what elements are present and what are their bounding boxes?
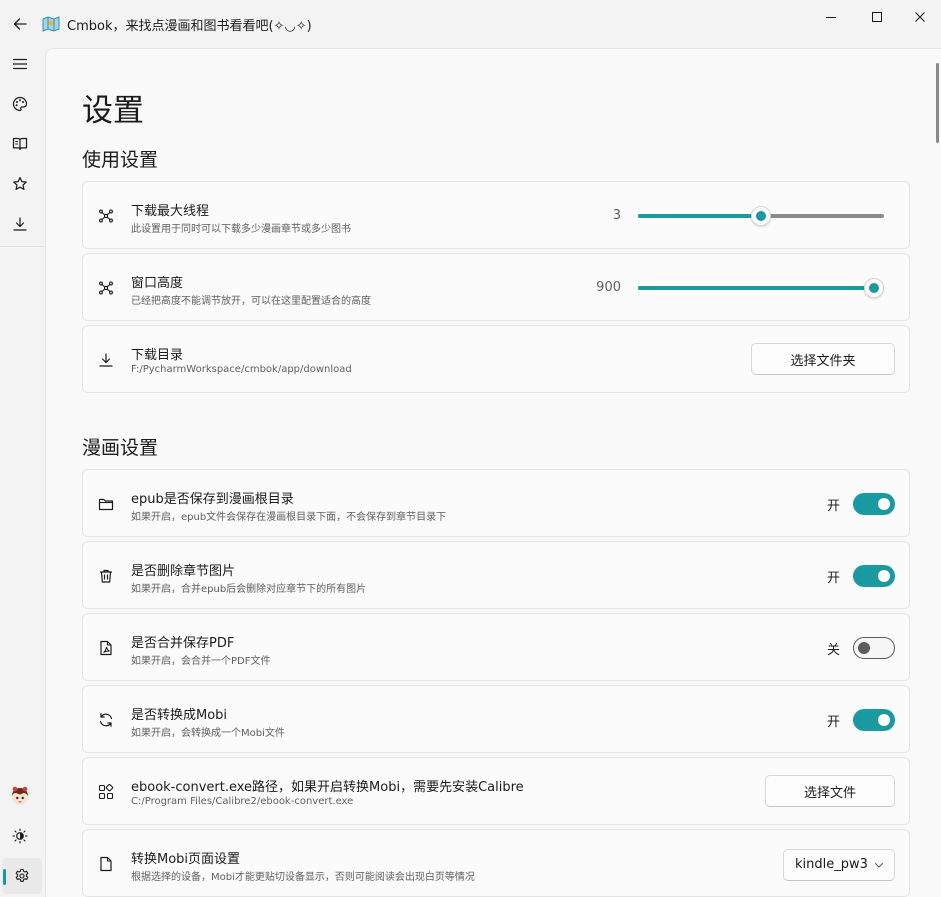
trash-icon xyxy=(96,566,116,586)
nav-selected-indicator xyxy=(3,869,6,885)
book-icon xyxy=(12,137,28,151)
chevron-down-icon xyxy=(874,860,884,870)
window-title: Cmbok，来找点漫画和图书看看吧(✧◡✧) xyxy=(67,19,312,34)
maximize-icon xyxy=(872,12,882,22)
setting-card-max-threads: 下载最大线程 此设置用于同时可以下载多少漫画章节或多少图书 3 xyxy=(82,181,910,249)
avatar[interactable] xyxy=(0,778,40,814)
download-icon xyxy=(13,217,27,231)
setting-title: 是否合并保存PDF xyxy=(131,636,235,651)
minimize-button[interactable] xyxy=(808,0,854,34)
nav-item-theme-palette[interactable] xyxy=(0,86,40,122)
folder-icon xyxy=(96,494,116,514)
setting-description: 如果开启，会合并一个PDF文件 xyxy=(131,656,271,667)
window-height-slider[interactable] xyxy=(638,278,886,298)
network-icon xyxy=(96,278,116,298)
setting-card-delete-images: 是否删除章节图片 如果开启，合并epub后会删除对应章节下的所有图片 开 xyxy=(82,541,910,609)
slider-fill xyxy=(638,286,874,290)
star-icon xyxy=(13,177,27,190)
setting-title: 是否删除章节图片 xyxy=(131,564,236,579)
slider-thumb[interactable] xyxy=(864,278,884,298)
toggle-state-label: 开 xyxy=(827,715,841,730)
choose-folder-button[interactable]: 选择文件夹 xyxy=(751,343,895,375)
setting-title: 下载最大线程 xyxy=(131,204,210,219)
setting-title: 下载目录 xyxy=(131,348,184,363)
nav-item-downloads[interactable] xyxy=(0,206,40,242)
setting-card-epub-root: epub是否保存到漫画根目录 如果开启，epub文件会保存在漫画根目录下面，不会… xyxy=(82,469,910,537)
setting-card-download-dir: 下载目录 F:/PycharmWorkspace/cmbok/app/downl… xyxy=(82,325,910,393)
sync-icon xyxy=(96,710,116,730)
document-icon xyxy=(96,854,116,874)
setting-title: epub是否保存到漫画根目录 xyxy=(131,492,294,507)
close-button[interactable] xyxy=(897,0,941,34)
device-select-value: kindle_pw3 xyxy=(795,857,868,872)
setting-title: 转换Mobi页面设置 xyxy=(131,852,241,867)
settings-icon xyxy=(15,868,29,882)
setting-description: 此设置用于同时可以下载多少漫画章节或多少图书 xyxy=(131,224,351,235)
setting-description: 如果开启，epub文件会保存在漫画根目录下面，不会保存到章节目录下 xyxy=(131,512,447,523)
setting-card-merge-pdf: 是否合并保存PDF 如果开启，会合并一个PDF文件 关 xyxy=(82,613,910,681)
epub-root-toggle[interactable] xyxy=(853,493,895,515)
sidebar xyxy=(0,48,44,897)
merge-pdf-toggle[interactable] xyxy=(853,637,895,659)
page-title: 设置 xyxy=(82,93,144,129)
setting-description: F:/PycharmWorkspace/cmbok/app/download xyxy=(131,364,352,375)
close-icon xyxy=(915,12,925,22)
pdf-icon xyxy=(96,638,116,658)
slider-fill xyxy=(638,214,761,218)
back-button[interactable] xyxy=(6,10,34,38)
toggle-state-label: 开 xyxy=(827,571,841,586)
nav-item-books[interactable] xyxy=(0,126,40,162)
section-title-usage: 使用设置 xyxy=(82,149,159,171)
app-logo xyxy=(41,14,61,34)
setting-card-ebook-convert-path: ebook-convert.exe路径，如果开启转换Mobi，需要先安装Cali… xyxy=(82,757,910,825)
setting-title: 是否转换成Mobi xyxy=(131,708,228,723)
setting-description: 如果开启，会转换成一个Mobi文件 xyxy=(131,728,285,739)
network-icon xyxy=(96,206,116,226)
maximize-button[interactable] xyxy=(854,0,900,34)
palette-icon xyxy=(12,96,28,112)
delete-images-toggle[interactable] xyxy=(853,565,895,587)
minimize-icon xyxy=(826,17,836,18)
device-select[interactable]: kindle_pw3 xyxy=(783,849,895,881)
slider-value: 3 xyxy=(612,208,621,223)
scrollbar[interactable] xyxy=(936,63,939,143)
brightness-icon xyxy=(12,828,28,844)
theme-toggle-button[interactable] xyxy=(0,818,40,854)
setting-card-convert-mobi: 是否转换成Mobi 如果开启，会转换成一个Mobi文件 开 xyxy=(82,685,910,753)
nav-item-settings[interactable] xyxy=(2,858,42,894)
setting-card-window-height: 窗口高度 已经把高度不能调节放开，可以在这里配置适合的高度 900 xyxy=(82,253,910,321)
setting-card-mobi-page: 转换Mobi页面设置 根据选择的设备，Mobi才能更贴切设备显示，否则可能阅读会… xyxy=(82,829,910,897)
setting-description: 如果开启，合并epub后会删除对应章节下的所有图片 xyxy=(131,584,367,595)
setting-description: C:/Program Files/Calibre2/ebook-convert.… xyxy=(131,796,354,807)
section-title-comic: 漫画设置 xyxy=(82,437,159,459)
avatar-icon xyxy=(12,786,28,805)
slider-thumb[interactable] xyxy=(751,206,771,226)
toggle-state-label: 关 xyxy=(827,643,841,658)
apps-icon xyxy=(96,782,116,802)
arrow-left-icon xyxy=(13,18,27,30)
slider-value: 900 xyxy=(596,280,621,295)
choose-file-button[interactable]: 选择文件 xyxy=(765,775,895,807)
download-icon xyxy=(96,350,116,370)
settings-page: 设置 使用设置 下载最大线程 此设置用于同时可以下载多少漫画章节或多少图书 3 xyxy=(45,48,941,897)
convert-mobi-toggle[interactable] xyxy=(853,709,895,731)
setting-title: 窗口高度 xyxy=(131,276,184,291)
setting-description: 已经把高度不能调节放开，可以在这里配置适合的高度 xyxy=(131,296,371,307)
nav-menu-button[interactable] xyxy=(0,46,40,82)
setting-description: 根据选择的设备，Mobi才能更贴切设备显示，否则可能阅读会出现白页等情况 xyxy=(131,872,475,883)
menu-icon xyxy=(12,58,28,70)
title-bar: Cmbok，来找点漫画和图书看看吧(✧◡✧) xyxy=(0,0,941,48)
toggle-state-label: 开 xyxy=(827,499,841,514)
setting-title: ebook-convert.exe路径，如果开启转换Mobi，需要先安装Cali… xyxy=(131,780,524,795)
nav-divider xyxy=(0,246,44,247)
nav-item-favorites[interactable] xyxy=(0,166,40,202)
max-threads-slider[interactable] xyxy=(638,206,886,226)
